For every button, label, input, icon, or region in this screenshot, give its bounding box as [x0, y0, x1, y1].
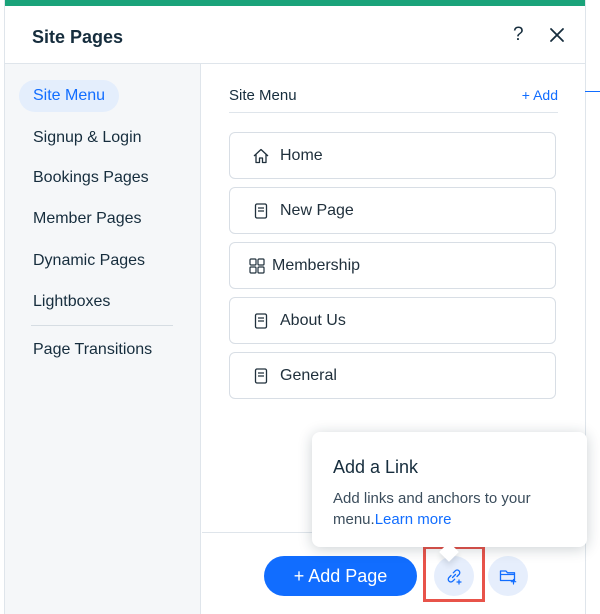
sidebar-item-site-menu[interactable]: Site Menu	[19, 80, 120, 112]
page-icon	[252, 202, 270, 220]
page-item-label: Membership	[272, 257, 361, 274]
sidebar-item-dynamic-pages[interactable]: Dynamic Pages	[19, 245, 159, 277]
add-folder-button[interactable]	[488, 556, 528, 596]
home-icon	[252, 147, 270, 165]
sidebar-item-signup-login[interactable]: Signup & Login	[19, 122, 156, 154]
page-icon	[252, 367, 270, 385]
tooltip-title: Add a Link	[333, 457, 419, 477]
page-icon	[252, 312, 270, 330]
sidebar-item-bookings-pages[interactable]: Bookings Pages	[19, 162, 163, 194]
sidebar-item-page-transitions[interactable]: Page Transitions	[19, 334, 166, 366]
tooltip-body: Add links and anchors to your menu.Learn…	[333, 488, 573, 530]
page-item-label: General	[280, 367, 337, 384]
page-item-label: About Us	[280, 312, 346, 329]
help-button[interactable]: ?	[513, 24, 524, 46]
sidebar: Site Menu Signup & Login Bookings Pages …	[5, 64, 201, 614]
list-header: Site Menu + Add	[229, 86, 558, 113]
learn-more-link[interactable]: Learn more	[375, 511, 452, 528]
page-item-label: Home	[280, 147, 323, 164]
panel-header: Site Pages ?	[5, 6, 585, 64]
add-link-tooltip: Add a Link Add links and anchors to your…	[312, 432, 587, 562]
add-page-button[interactable]: + Add Page	[264, 556, 417, 596]
page-item-general[interactable]: General	[229, 352, 556, 399]
sidebar-divider	[31, 325, 173, 326]
sidebar-item-member-pages[interactable]: Member Pages	[19, 203, 156, 235]
sidebar-item-lightboxes[interactable]: Lightboxes	[19, 286, 124, 318]
close-icon[interactable]	[548, 26, 566, 44]
page-item-about-us[interactable]: About Us	[229, 297, 556, 344]
panel-title: Site Pages	[32, 27, 124, 47]
page-item-membership[interactable]: Membership	[229, 242, 556, 289]
page-item-label: New Page	[280, 202, 354, 219]
list-title: Site Menu	[229, 87, 297, 104]
page-item-home[interactable]: Home	[229, 132, 556, 179]
page-item-new-page[interactable]: New Page	[229, 187, 556, 234]
add-menu-item-button[interactable]: + Add	[522, 87, 558, 103]
canvas-guide-line	[585, 91, 600, 92]
members-area-icon	[248, 257, 266, 275]
